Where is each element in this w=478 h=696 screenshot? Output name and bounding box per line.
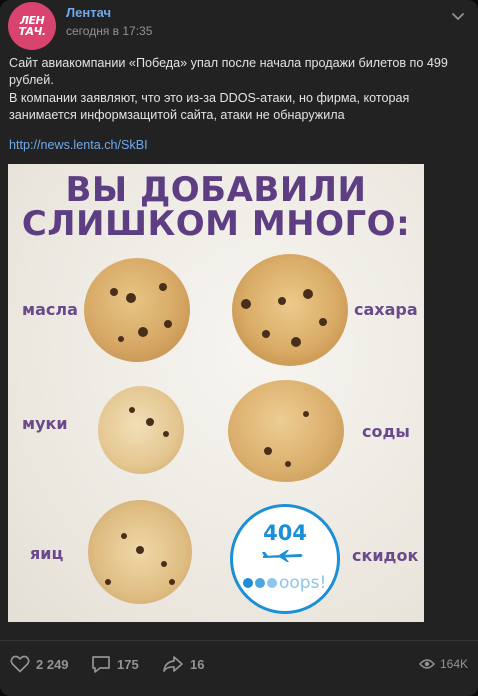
eye-icon xyxy=(419,659,435,669)
plane-icon xyxy=(262,550,303,562)
share-button[interactable]: 16 xyxy=(162,655,204,673)
comments-count: 175 xyxy=(117,657,139,672)
oops-dots: oops! xyxy=(243,573,326,593)
heart-icon xyxy=(10,655,30,673)
views-count: 164K xyxy=(439,657,468,671)
post-image[interactable]: ВЫ ДОБАВИЛИ СЛИШКОМ МНОГО: масла сахара … xyxy=(8,164,424,622)
post-text-paragraph-1: Сайт авиакомпании «Победа» упал после на… xyxy=(9,56,448,87)
error-404-badge: 404 oops! xyxy=(230,504,340,614)
post-link[interactable]: http://news.lenta.ch/SkBI xyxy=(9,138,148,152)
post-text-paragraph-2: В компании заявляют, что это из-за DDOS-… xyxy=(9,91,410,122)
label-sugar: сахара xyxy=(354,300,418,319)
post-card: ЛЕН ТАЧ. Лентач сегодня в 17:35 Сайт ави… xyxy=(0,0,478,696)
avatar[interactable]: ЛЕН ТАЧ. xyxy=(8,2,56,50)
more-icon[interactable] xyxy=(450,8,466,24)
comment-button[interactable]: 175 xyxy=(91,655,139,674)
label-soda: соды xyxy=(362,422,410,441)
share-icon xyxy=(163,656,183,672)
label-discounts: скидок xyxy=(352,546,419,565)
like-button[interactable]: 2 249 xyxy=(10,655,69,673)
error-code: 404 xyxy=(263,521,307,545)
avatar-line2: ТАЧ. xyxy=(18,25,46,38)
likes-count: 2 249 xyxy=(36,656,69,672)
post-footer: 2 249 175 16 164K xyxy=(0,640,478,690)
label-flour: муки xyxy=(22,414,68,433)
label-eggs: яиц xyxy=(30,544,64,563)
post-time[interactable]: сегодня в 17:35 xyxy=(66,24,152,38)
label-butter: масла xyxy=(22,300,78,319)
comment-icon xyxy=(92,656,110,673)
oops-text: oops! xyxy=(279,573,327,593)
shares-count: 16 xyxy=(190,656,205,672)
views-counter: 164K xyxy=(419,657,468,671)
author-name[interactable]: Лентач xyxy=(66,5,111,20)
